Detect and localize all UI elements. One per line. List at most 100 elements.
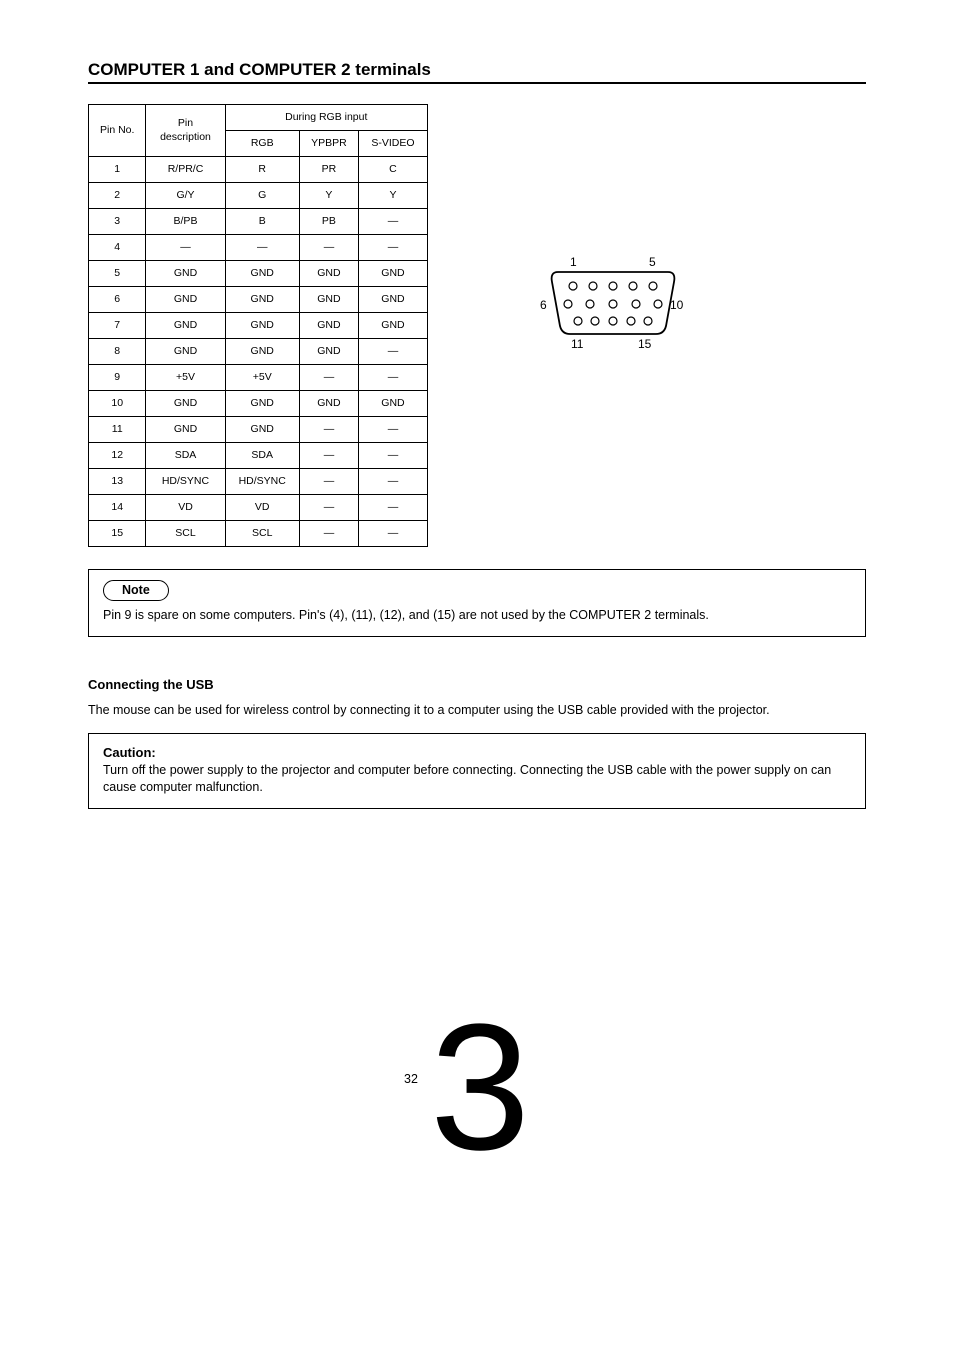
- table-cell: C: [358, 157, 427, 183]
- col-rgb: RGB: [225, 131, 299, 157]
- table-cell: —: [146, 235, 225, 261]
- table-cell: GND: [299, 287, 358, 313]
- table-cell: GND: [358, 287, 427, 313]
- table-cell: +5V: [146, 365, 225, 391]
- pin-label-15: 15: [638, 337, 652, 351]
- table-cell: GND: [225, 313, 299, 339]
- table-cell: 6: [89, 287, 146, 313]
- caution-body: Turn off the power supply to the project…: [103, 762, 851, 796]
- table-cell: —: [358, 365, 427, 391]
- note-label: Note: [103, 580, 169, 601]
- pin-label-5: 5: [649, 255, 656, 269]
- table-cell: Y: [299, 183, 358, 209]
- table-cell: 2: [89, 183, 146, 209]
- table-cell: GND: [299, 261, 358, 287]
- table-row: 13HD/SYNCHD/SYNC——: [89, 469, 428, 495]
- table-cell: 4: [89, 235, 146, 261]
- table-cell: 15: [89, 521, 146, 547]
- table-cell: —: [299, 443, 358, 469]
- table-cell: —: [299, 469, 358, 495]
- table-row: 14VDVD——: [89, 495, 428, 521]
- table-cell: 13: [89, 469, 146, 495]
- table-cell: —: [225, 235, 299, 261]
- table-cell: SCL: [146, 521, 225, 547]
- table-cell: —: [299, 417, 358, 443]
- table-cell: GND: [299, 313, 358, 339]
- table-cell: —: [358, 235, 427, 261]
- table-cell: R/PR/C: [146, 157, 225, 183]
- table-cell: GND: [225, 261, 299, 287]
- table-cell: —: [358, 495, 427, 521]
- table-cell: GND: [225, 287, 299, 313]
- section-title: COMPUTER 1 and COMPUTER 2 terminals: [88, 60, 866, 80]
- table-cell: 3: [89, 209, 146, 235]
- table-cell: +5V: [225, 365, 299, 391]
- svg-text:3: 3: [430, 989, 530, 1169]
- table-cell: —: [299, 495, 358, 521]
- table-cell: —: [299, 235, 358, 261]
- table-row: 2G/YGYY: [89, 183, 428, 209]
- table-cell: GND: [225, 391, 299, 417]
- pin-label-10: 10: [670, 298, 684, 312]
- table-cell: Y: [358, 183, 427, 209]
- table-row: 3B/PBBPB—: [89, 209, 428, 235]
- table-cell: GND: [299, 391, 358, 417]
- table-cell: 12: [89, 443, 146, 469]
- section-number-icon: 3: [430, 989, 550, 1169]
- col-pin-no: Pin No.: [89, 105, 146, 157]
- table-cell: 7: [89, 313, 146, 339]
- note-body: Pin 9 is spare on some computers. Pin's …: [103, 607, 851, 624]
- table-row: 9+5V+5V——: [89, 365, 428, 391]
- table-cell: GND: [358, 313, 427, 339]
- table-cell: —: [299, 521, 358, 547]
- table-cell: 5: [89, 261, 146, 287]
- table-cell: GND: [225, 417, 299, 443]
- table-row: 6GNDGNDGNDGND: [89, 287, 428, 313]
- table-cell: GND: [146, 287, 225, 313]
- table-cell: 14: [89, 495, 146, 521]
- table-cell: B: [225, 209, 299, 235]
- table-cell: HD/SYNC: [225, 469, 299, 495]
- table-cell: —: [358, 209, 427, 235]
- table-cell: HD/SYNC: [146, 469, 225, 495]
- table-cell: SDA: [146, 443, 225, 469]
- table-row: 10GNDGNDGNDGND: [89, 391, 428, 417]
- table-row: 5GNDGNDGNDGND: [89, 261, 428, 287]
- table-cell: GND: [146, 261, 225, 287]
- usb-body: The mouse can be used for wireless contr…: [88, 702, 866, 720]
- table-cell: GND: [146, 313, 225, 339]
- col-during-input: During RGB input: [225, 105, 427, 131]
- footer-page: 32: [404, 1072, 418, 1086]
- table-cell: SCL: [225, 521, 299, 547]
- table-cell: VD: [225, 495, 299, 521]
- table-cell: —: [358, 443, 427, 469]
- pin-label-11: 11: [571, 337, 584, 351]
- col-pin-desc: Pin description: [146, 105, 225, 157]
- table-cell: SDA: [225, 443, 299, 469]
- table-row: 4————: [89, 235, 428, 261]
- title-rule: [88, 82, 866, 84]
- table-row: 1R/PR/CRPRC: [89, 157, 428, 183]
- table-row: 15SCLSCL——: [89, 521, 428, 547]
- table-cell: PB: [299, 209, 358, 235]
- table-cell: —: [299, 365, 358, 391]
- pin-assignment-table: Pin No. Pin description During RGB input…: [88, 104, 428, 547]
- table-cell: 8: [89, 339, 146, 365]
- table-cell: GND: [146, 417, 225, 443]
- connector-diagram: 1 5 6 10 11 15: [538, 254, 698, 354]
- usb-subtitle: Connecting the USB: [88, 677, 866, 692]
- table-cell: —: [358, 521, 427, 547]
- table-cell: GND: [146, 339, 225, 365]
- table-cell: —: [358, 339, 427, 365]
- table-cell: R: [225, 157, 299, 183]
- table-row: 11GNDGND——: [89, 417, 428, 443]
- caution-label: Caution:: [103, 744, 851, 762]
- table-cell: GND: [299, 339, 358, 365]
- table-cell: PR: [299, 157, 358, 183]
- table-cell: GND: [146, 391, 225, 417]
- table-row: 12SDASDA——: [89, 443, 428, 469]
- table-cell: —: [358, 469, 427, 495]
- note-box: Note Pin 9 is spare on some computers. P…: [88, 569, 866, 637]
- col-svideo: S-VIDEO: [358, 131, 427, 157]
- table-row: 7GNDGNDGNDGND: [89, 313, 428, 339]
